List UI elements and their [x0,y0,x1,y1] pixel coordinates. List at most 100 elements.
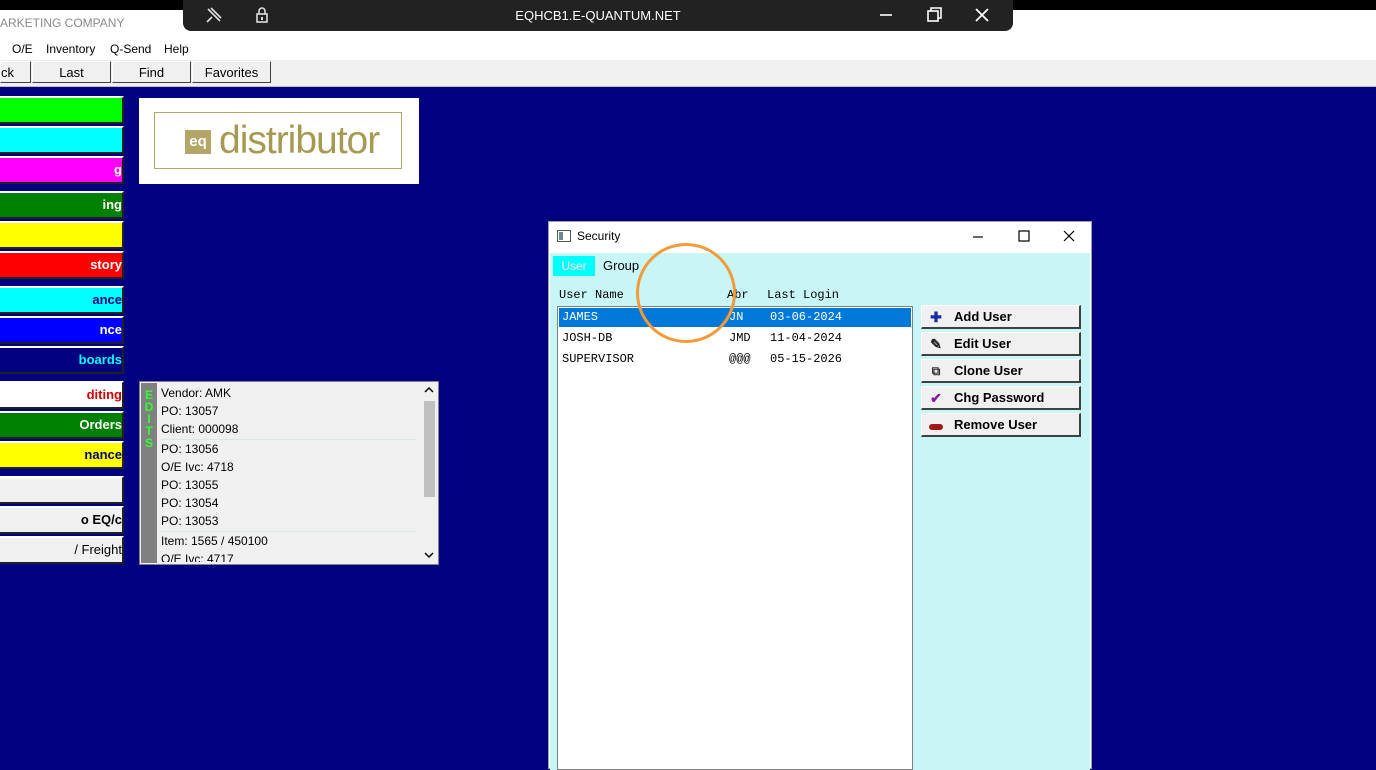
add-user-button[interactable]: ✚ Add User [921,305,1081,329]
sidebar-item-label: / Freight [74,542,122,557]
add-user-label: Add User [954,309,1012,324]
find-button[interactable]: Find [112,61,191,83]
edits-side-label: E D I T S [141,383,157,563]
sidebar-item-3[interactable]: ing [0,191,124,219]
sidebar-item-2[interactable]: g [0,156,124,184]
sidebar-item-label: o EQ/c [80,512,122,527]
user-last-login: 03-06-2024 [770,310,843,324]
menu-inventory[interactable]: Inventory [46,42,95,56]
menubar [0,38,1376,60]
sidebar-item-label: nce [99,322,122,337]
user-abbr: @@@ [729,352,751,366]
minimize-icon[interactable] [971,230,985,244]
remove-user-label: Remove User [954,417,1038,432]
favorites-button[interactable]: Favorites [192,61,271,83]
plus-icon: ✚ [930,309,942,325]
scrollbar-thumb[interactable] [424,401,435,497]
edits-panel: E D I T S Vendor: AMK PO: 13057 Client: … [139,381,439,565]
scroll-up-icon[interactable] [424,386,434,394]
list-item[interactable]: Item: 1565 / 450100 [161,530,417,550]
menu-qsend[interactable]: Q-Send [110,42,151,56]
logo-text: distributor [219,119,380,162]
sidebar-item-label: ance [92,292,122,307]
sidebar-item-7[interactable]: nce [0,316,124,344]
tab-user[interactable]: User [553,256,595,276]
sidebar-item-11[interactable]: nance [0,441,124,469]
edit-user-button[interactable]: ✎ Edit User [921,332,1081,356]
chg-password-label: Chg Password [954,390,1045,405]
user-name: SUPERVISOR [562,352,635,366]
menu-help[interactable]: Help [164,42,189,56]
eraser-icon [928,417,944,433]
tab-group[interactable]: Group [603,258,639,273]
highlight-circle [636,243,736,343]
close-icon[interactable] [1062,229,1076,243]
last-button[interactable]: Last [32,61,111,83]
user-abbr: JMD [729,331,751,345]
sidebar-item-label: story [90,257,122,272]
menu-oe[interactable]: O/E [12,42,33,56]
minimize-icon[interactable] [877,6,895,24]
list-item[interactable]: O/E Ivc: 4717 [161,550,417,562]
sidebar-item-12[interactable] [0,476,124,504]
edits-scrollbar[interactable] [421,383,437,563]
dialog-body: User Group User Name Abr Last Login JAME… [550,253,1090,770]
clone-user-label: Clone User [954,363,1023,378]
list-item[interactable]: PO: 13054 [161,494,417,512]
sidebar-item-8[interactable]: boards [0,346,124,374]
list-item[interactable]: PO: 13057 [161,402,417,420]
sidebar-item-14[interactable]: / Freight [0,536,124,564]
sidebar-item-4[interactable] [0,221,124,249]
list-item[interactable]: O/E Ivc: 4718 [161,458,417,476]
user-name: JAMES [562,310,599,324]
remote-desktop-bar: EQHCB1.E-QUANTUM.NET [183,0,1013,31]
user-list[interactable]: JAMES JN 03-06-2024 JOSH-DB JMD 11-04-20… [557,306,913,770]
col-last-login: Last Login [767,288,840,302]
user-last-login: 11-04-2024 [770,331,843,345]
list-item[interactable]: PO: 13056 [161,438,417,458]
sidebar-item-label: nance [84,447,122,462]
restore-icon[interactable] [925,6,943,24]
edit-user-label: Edit User [954,336,1012,351]
sidebar-item-label: Orders [79,417,122,432]
table-row[interactable]: JOSH-DB JMD 11-04-2024 [559,329,911,348]
maximize-icon[interactable] [1017,229,1031,243]
col-user-name: User Name [559,288,624,302]
sidebar-item-6[interactable]: ance [0,286,124,314]
logo-frame: eq distributor [154,112,402,169]
dialog-title: Security [577,229,621,243]
remove-user-button[interactable]: Remove User [921,413,1081,437]
sidebar-item-10[interactable]: Orders [0,411,124,439]
sidebar-item-label: diting [86,387,122,402]
chg-password-button[interactable]: ✔ Chg Password [921,386,1081,410]
edits-list: Vendor: AMK PO: 13057 Client: 000098 PO:… [161,384,417,562]
sidebar-item-9[interactable]: diting [0,381,124,409]
company-title: ARKETING COMPANY [0,16,125,30]
table-row[interactable]: JAMES JN 03-06-2024 [559,308,911,327]
sidebar-item-5[interactable]: story [0,251,124,279]
list-item[interactable]: Vendor: AMK [161,384,417,402]
security-dialog: Security User Group User Name Abr Last L… [548,221,1092,770]
logo-badge: eq [185,130,211,154]
close-icon[interactable] [973,6,991,24]
copy-icon: ⧉ [931,364,941,378]
sidebar-item-label: g [114,162,122,177]
user-last-login: 05-15-2026 [770,352,843,366]
sidebar-item-label: ing [102,197,123,212]
back-button[interactable]: ck [0,61,31,83]
sidebar-item-0[interactable] [0,96,124,124]
sidebar-item-13[interactable]: o EQ/c [0,506,124,534]
list-item[interactable]: PO: 13053 [161,512,417,530]
pencil-icon: ✎ [930,336,942,352]
list-item[interactable]: Client: 000098 [161,420,417,438]
table-row[interactable]: SUPERVISOR @@@ 05-15-2026 [559,350,911,369]
logo: eq distributor [139,98,419,184]
list-item[interactable]: PO: 13055 [161,476,417,494]
sidebar-item-1[interactable] [0,126,124,154]
user-name: JOSH-DB [562,331,613,345]
edits-letter: S [144,436,153,450]
scroll-down-icon[interactable] [424,551,434,559]
window-icon [557,230,571,242]
checkmark-icon: ✔ [930,390,942,406]
clone-user-button[interactable]: ⧉ Clone User [921,359,1081,383]
